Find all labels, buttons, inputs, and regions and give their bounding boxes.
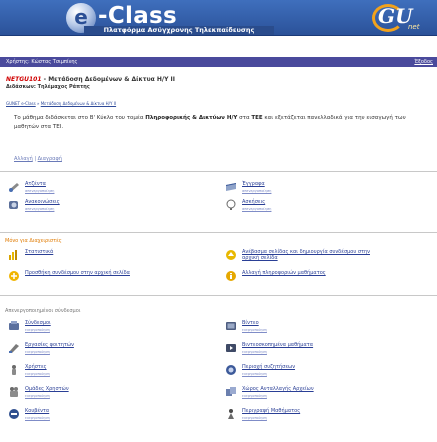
tool-title[interactable]: Ατζέντα: [25, 181, 46, 187]
breadcrumb-home-link[interactable]: GUNET e-Class: [6, 101, 36, 106]
tool-title[interactable]: Ανακοινώσεις: [25, 199, 60, 205]
tool-toggle-link[interactable]: απενεργοποίηση: [242, 207, 271, 211]
course-info-icon: [225, 270, 237, 282]
description-text: Το μάθημα διδάσκεται στο Β' Κύκλο του το…: [14, 115, 146, 121]
description-actions: Αλλαγή | Διαγραφή: [14, 156, 62, 162]
add-link-icon: [8, 270, 20, 282]
gunet-logo-net: net: [408, 23, 420, 31]
user-bar: Χρήστης: Κώστας Τσιμπίνης Έξοδος: [0, 57, 437, 67]
tool-title[interactable]: Ομάδες Χρηστών: [25, 386, 69, 392]
tool-title[interactable]: Περιοχή συζητήσεων: [242, 364, 295, 370]
logout-link[interactable]: Έξοδος: [414, 57, 433, 67]
video-lessons-icon: [225, 342, 237, 354]
admin-section-label: Μόνο για Διαχειριστές: [5, 238, 62, 244]
tool-toggle-link[interactable]: ενεργοποίηση: [242, 350, 267, 354]
tool-toggle-link[interactable]: ενεργοποίηση: [25, 328, 50, 332]
users-icon: [8, 364, 20, 376]
upload-page-icon: [225, 249, 237, 261]
user-name-label: Χρήστης: Κώστας Τσιμπίνης: [6, 59, 78, 65]
divider: [0, 295, 437, 296]
course-name: - Μετάδοση Δεδομένων & Δίκτυα Η/Υ ΙΙ: [41, 76, 175, 83]
breadcrumb: GUNET e-Class » Μετάδοση Δεδομένων & Δίκ…: [6, 101, 116, 106]
documents-icon: [225, 181, 237, 193]
file-exchange-icon: [225, 386, 237, 398]
tool-title-continued[interactable]: αρχική σελίδα: [242, 255, 278, 261]
divider: [0, 171, 437, 172]
tool-title[interactable]: Χρήστες: [25, 364, 47, 370]
course-description-icon: [225, 408, 237, 420]
tool-title[interactable]: Προσθήκη συνδέσμου στην αρχική σελίδα: [25, 270, 130, 276]
forum-icon: [225, 364, 237, 376]
tool-toggle-link[interactable]: ενεργοποίηση: [242, 394, 267, 398]
tool-toggle-link[interactable]: ενεργοποίηση: [25, 350, 50, 354]
tool-toggle-link[interactable]: ενεργοποίηση: [25, 372, 50, 376]
tool-title[interactable]: Βίντεο: [242, 320, 259, 326]
user-groups-icon: [8, 386, 20, 398]
tool-toggle-link[interactable]: απενεργοποίηση: [242, 189, 271, 193]
course-professor: Διδάσκων: Τηλέμαχος Ράπτης: [6, 84, 90, 90]
tool-toggle-link[interactable]: απενεργοποίηση: [25, 207, 54, 211]
platform-subtitle: Πλατφόρμα Ασύγχρονης Τηλεκπαίδευσης: [84, 26, 274, 35]
gunet-logo-icon: GU net: [372, 4, 432, 34]
tool-toggle-link[interactable]: ενεργοποίηση: [242, 416, 267, 420]
tool-title[interactable]: Περιγραφή Μαθήματος: [242, 408, 300, 414]
course-code: NETGU101: [6, 76, 42, 83]
description-school: ΤΕΕ: [251, 115, 263, 121]
tool-title[interactable]: Χώρος Ανταλλαγής Αρχείων: [242, 386, 314, 392]
course-title: NETGU101 - Μετάδοση Δεδομένων & Δίκτυα Η…: [6, 76, 175, 83]
edit-description-link[interactable]: Αλλαγή: [14, 156, 33, 162]
description-sector: Πληροφορικής & Δικτύων Η/Υ: [145, 115, 238, 121]
tool-title[interactable]: Έγγραφα: [242, 181, 265, 187]
tool-toggle-link[interactable]: απενεργοποίηση: [25, 189, 54, 193]
tool-title[interactable]: Βιντεοσκοπημένα μαθήματα: [242, 342, 313, 348]
announcements-icon: [8, 199, 20, 211]
divider: [0, 232, 437, 233]
tool-title[interactable]: Αλλαγή πληροφοριών μαθήματος: [242, 270, 326, 276]
tool-toggle-link[interactable]: ενεργοποίηση: [242, 372, 267, 376]
tool-title[interactable]: Κουβέντα: [25, 408, 49, 414]
breadcrumb-course-link[interactable]: Μετάδοση Δεδομένων & Δίκτυα Η/Υ ΙΙ: [41, 101, 116, 106]
inactive-section-label: Απενεργοποιημένοι σύνδεσμοι: [5, 308, 81, 314]
video-icon: [225, 320, 237, 332]
student-work-icon: [8, 342, 20, 354]
tool-toggle-link[interactable]: ενεργοποίηση: [25, 394, 50, 398]
description-text: στα: [237, 115, 252, 121]
delete-description-link[interactable]: Διαγραφή: [38, 156, 62, 162]
tool-title[interactable]: Εργασίες φοιτητών: [25, 342, 74, 348]
tool-toggle-link[interactable]: ενεργοποίηση: [25, 416, 50, 420]
course-description: Το μάθημα διδάσκεται στο Β' Κύκλο του το…: [14, 114, 430, 132]
links-icon: [8, 320, 20, 332]
tool-title[interactable]: Στατιστικά: [25, 249, 53, 255]
tool-toggle-link[interactable]: ενεργοποίηση: [242, 328, 267, 332]
exercises-icon: [225, 199, 237, 211]
statistics-icon: [8, 249, 20, 261]
agenda-icon: [8, 181, 20, 193]
tool-title[interactable]: Ασκήσεις: [242, 199, 265, 205]
header-banner: e -Class Πλατφόρμα Ασύγχρονης Τηλεκπαίδε…: [0, 0, 437, 36]
tool-title[interactable]: Σύνδεσμοι: [25, 320, 51, 326]
chat-icon: [8, 408, 20, 420]
